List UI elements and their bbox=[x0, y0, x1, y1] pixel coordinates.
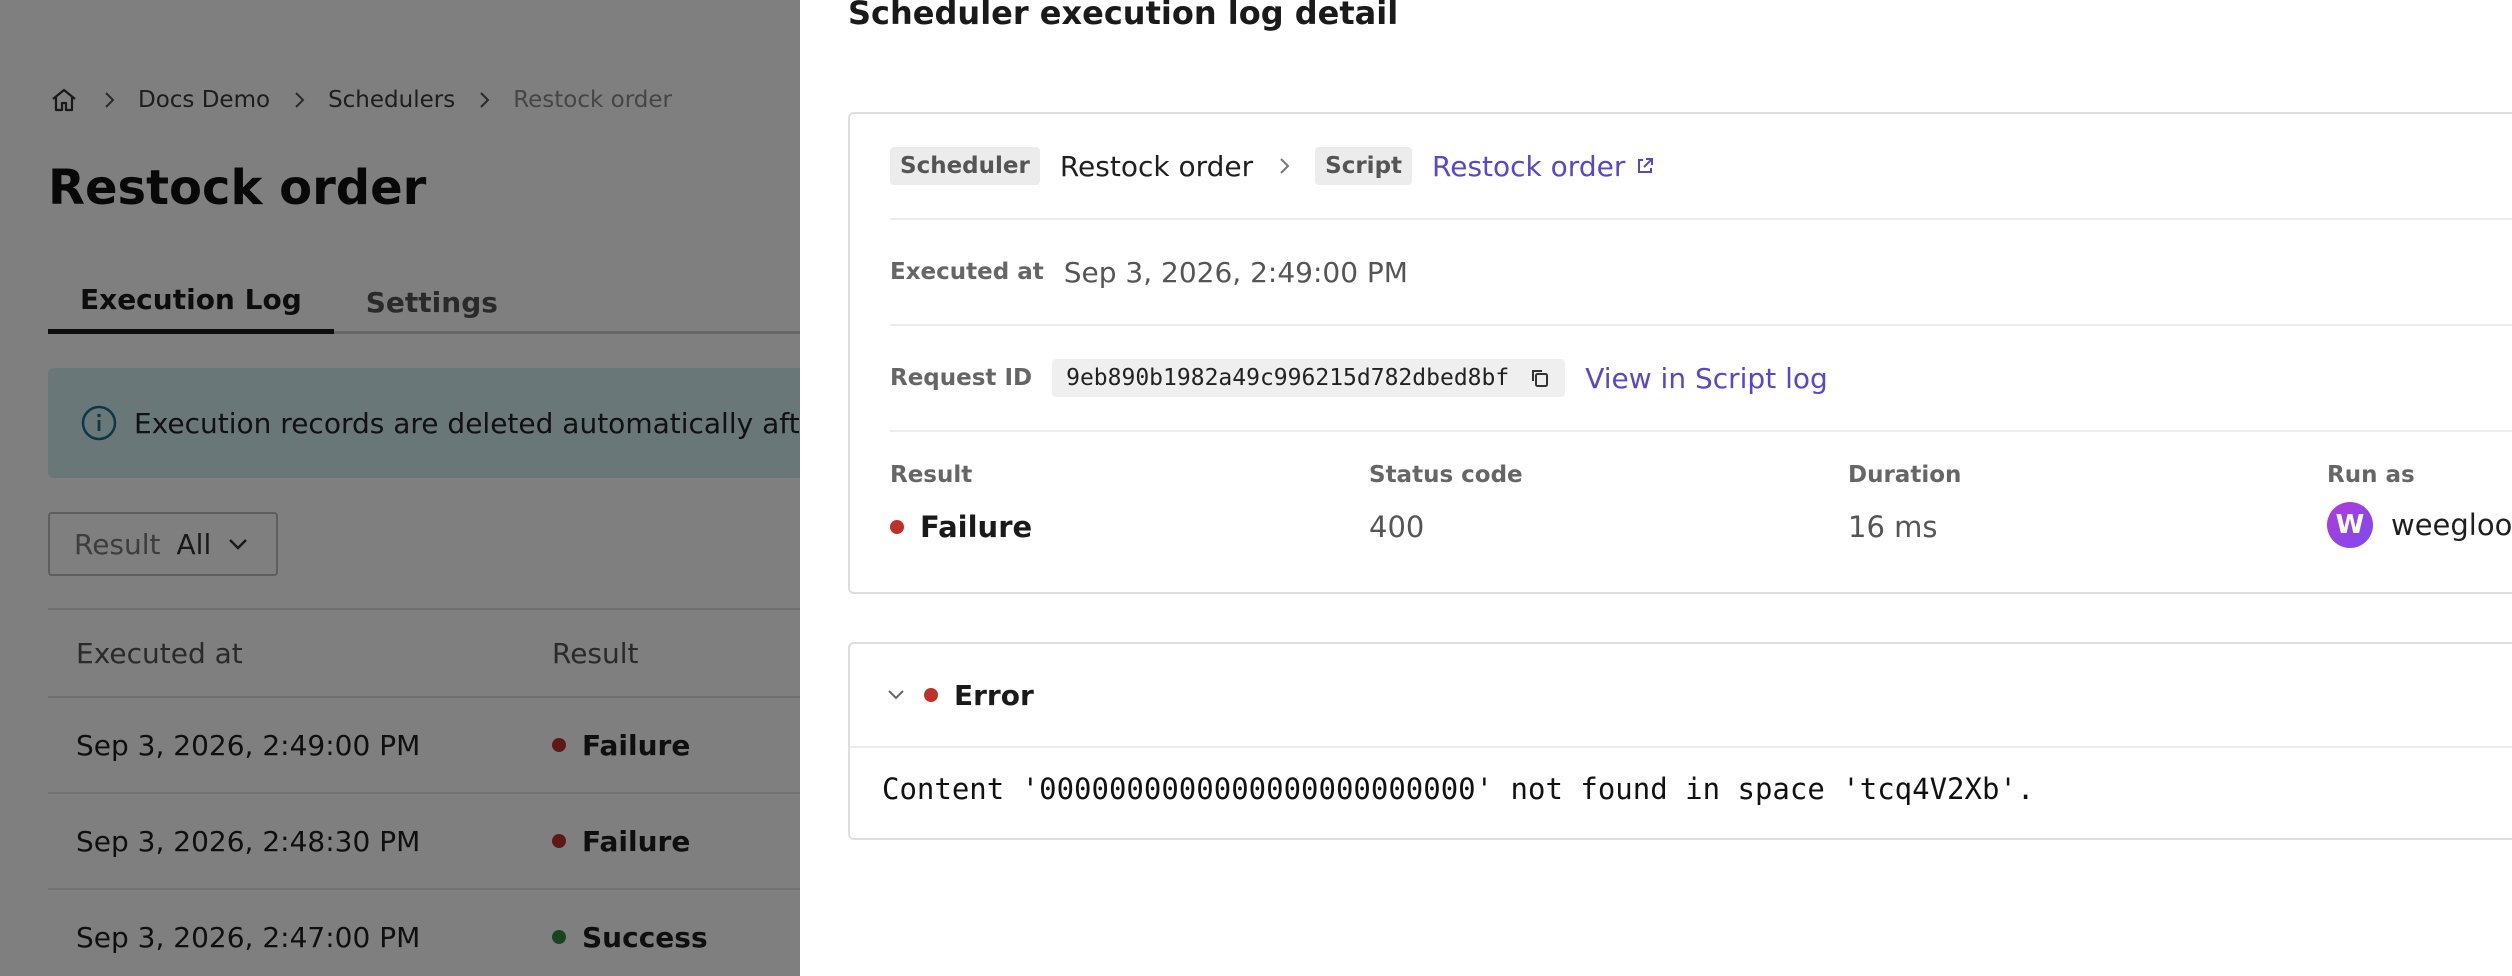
chevron-down-icon[interactable] bbox=[886, 688, 906, 702]
run-as-value: W weegloo bbox=[2327, 502, 2512, 548]
run-as-user: weegloo bbox=[2391, 508, 2512, 542]
error-message: Content '0000000000000000000000000' not … bbox=[882, 772, 2035, 806]
error-panel-header[interactable]: Error bbox=[850, 644, 2512, 748]
scheduler-name: Restock order bbox=[1059, 149, 1254, 183]
executed-at-row: Executed at Sep 3, 2026, 2:49:00 PM bbox=[890, 220, 2512, 326]
scheduler-tag: Scheduler bbox=[890, 147, 1040, 185]
status-dot-error bbox=[924, 688, 938, 702]
copy-icon[interactable] bbox=[1529, 367, 1551, 389]
request-id-value: 9eb890b1982a49c996215d782dbed8bf bbox=[1066, 365, 1510, 391]
result-value: Failure bbox=[920, 510, 1033, 544]
drawer-title: Scheduler execution log detail bbox=[848, 0, 1399, 32]
log-detail-drawer: Scheduler execution log detail Scheduler… bbox=[800, 0, 2512, 976]
duration-label: Duration bbox=[1848, 462, 1962, 488]
request-id-chip: 9eb890b1982a49c996215d782dbed8bf bbox=[1052, 359, 1566, 397]
result-stat: Result Failure bbox=[890, 462, 1032, 544]
status-code-stat: Status code 400 bbox=[1369, 462, 1523, 544]
run-as-stat: Run as W weegloo bbox=[2327, 462, 2512, 548]
request-id-label: Request ID bbox=[890, 365, 1033, 391]
result-value-wrap: Failure bbox=[890, 510, 1032, 544]
error-title: Error bbox=[954, 678, 1034, 712]
result-label: Result bbox=[890, 462, 973, 488]
duration-stat: Duration 16 ms bbox=[1848, 462, 1961, 544]
executed-at-value: Sep 3, 2026, 2:49:00 PM bbox=[1063, 255, 1408, 289]
detail-card: Scheduler Restock order Script Restock o… bbox=[848, 112, 2512, 594]
request-id-row: Request ID 9eb890b1982a49c996215d782dbed… bbox=[890, 326, 2512, 432]
avatar: W bbox=[2327, 502, 2373, 548]
script-link[interactable]: Restock order bbox=[1432, 150, 1655, 183]
duration-value: 16 ms bbox=[1848, 510, 1938, 544]
chevron-right-icon bbox=[1277, 156, 1291, 176]
run-as-label: Run as bbox=[2327, 462, 2415, 488]
script-link-label: Restock order bbox=[1432, 149, 1626, 183]
result-stats: Result Failure Status code 400 Duration … bbox=[890, 432, 2512, 594]
executed-at-label: Executed at bbox=[890, 259, 1044, 285]
status-code-value: 400 bbox=[1369, 510, 1425, 544]
error-panel: Error Content '0000000000000000000000000… bbox=[848, 642, 2512, 840]
status-code-label: Status code bbox=[1369, 462, 1523, 488]
external-link-icon bbox=[1638, 158, 1654, 173]
scheduler-row: Scheduler Restock order Script Restock o… bbox=[890, 114, 2512, 220]
modal-backdrop[interactable] bbox=[0, 0, 800, 976]
status-dot-failure bbox=[890, 520, 904, 534]
script-tag: Script bbox=[1315, 147, 1413, 185]
view-in-script-log-link[interactable]: View in Script log bbox=[1585, 362, 1828, 395]
